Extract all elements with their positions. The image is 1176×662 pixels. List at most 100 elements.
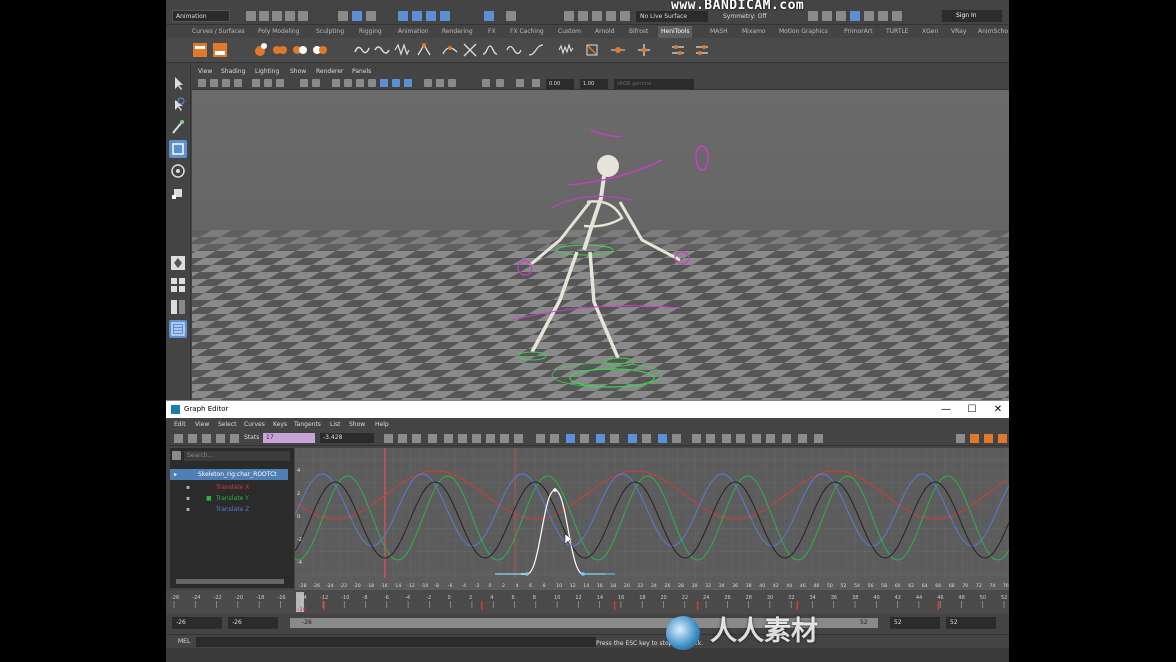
ge-menu-select[interactable]: Select [218,419,237,431]
smooth-shade-icon[interactable] [344,79,352,87]
render-icon[interactable] [808,11,818,21]
frame-playback-icon[interactable] [412,434,421,443]
swap-buffer-icon[interactable] [550,434,559,443]
shelf-tab[interactable]: Bifrost [629,26,648,38]
select-component-icon[interactable] [366,11,376,21]
mel-label[interactable]: MEL [178,635,190,649]
rotate-tool-icon[interactable] [169,162,187,180]
layout-outliner-icon[interactable] [169,320,187,338]
bookmark-icon[interactable] [222,79,230,87]
outliner-scrollbar[interactable] [176,579,284,584]
curve-zigzag-icon[interactable] [394,42,410,58]
viewport-3d[interactable] [192,90,1009,400]
insert-key-icon[interactable] [188,434,197,443]
wireframe-on-shaded-icon[interactable] [356,79,364,87]
gamma-field[interactable]: 1.00 [580,79,608,89]
select-tool-icon[interactable] [169,74,187,92]
outliner-root-row[interactable]: ▸ Skeleton_rig:char_ROOTCt [170,469,288,480]
curve-flat-icon[interactable] [482,42,498,58]
film-gate-icon[interactable] [264,79,272,87]
post-infinity-icon[interactable] [706,434,715,443]
outliner-search-input[interactable]: Search... [184,451,290,461]
safe-action-icon[interactable] [300,79,308,87]
channel-row[interactable]: ▪ Translate X [170,482,288,493]
mask-icon[interactable] [398,11,408,21]
curve-noise-icon[interactable] [558,42,574,58]
shelf-tab-active[interactable]: HeniTools [658,26,693,38]
heni-save-icon[interactable] [212,42,228,58]
command-input[interactable] [196,637,596,647]
cycle-offset-icon[interactable] [736,434,745,443]
wireframe-icon[interactable] [332,79,340,87]
tangent-spline-icon[interactable] [458,434,467,443]
close-button[interactable]: ✕ [984,401,1009,418]
stats-frame-field[interactable]: 17 [263,433,315,443]
shelf-tab[interactable]: VRay [951,26,966,38]
gamma-icon[interactable] [482,79,490,87]
move-tool-icon[interactable] [169,140,187,158]
snap-point-icon[interactable] [592,11,602,21]
pause-icon[interactable] [878,11,888,21]
stats-value-field[interactable]: -3.428 [320,433,374,443]
heni-key-icon[interactable] [252,42,268,58]
mask-curve-icon[interactable] [426,11,436,21]
tangent-flat-icon[interactable] [500,434,509,443]
safe-title-icon[interactable] [312,79,320,87]
viewport-menu-show[interactable]: Show [290,66,306,78]
expand-icon[interactable]: ▸ [174,469,177,480]
mask-deform-icon[interactable] [484,11,494,21]
curve-graph[interactable]: 4 2 0 -2 -4 -28 -26 -24 -22 -20 -18 -16 -14 -12 -10 -8… [295,448,1009,590]
shelf-tab[interactable]: Motion Graphics [779,26,828,38]
curve-spline-icon[interactable] [506,42,522,58]
retime-icon[interactable] [694,42,710,58]
open-scene-icon[interactable] [259,11,269,21]
maximize-button[interactable]: ☐ [958,401,986,418]
free-tangent-icon[interactable] [596,434,605,443]
snap-view-icon[interactable] [606,11,616,21]
break-tangents-icon[interactable] [566,434,575,443]
render-view-icon[interactable] [864,11,874,21]
save-scene-icon[interactable] [272,11,282,21]
scene-end-field[interactable]: 52 [946,617,996,629]
mask-joint-icon[interactable] [412,11,422,21]
channel-row[interactable]: ▪ Translate Z [170,504,288,515]
ge-menu-edit[interactable]: Edit [174,419,186,431]
shelf-tab[interactable]: AnimScho [978,26,1008,38]
channel-row[interactable]: ▪ ■ Translate Y [170,493,288,504]
layout-split-icon[interactable] [169,298,187,316]
shelf-tab[interactable]: Mixamo [742,26,766,38]
pre-infinity-icon[interactable] [692,434,701,443]
heni-file-icon[interactable] [192,42,208,58]
camera-icon[interactable] [198,79,206,87]
time-slider-svg[interactable]: -26-24-22-20-18-16-14-12-10-8-6-4-202468… [166,590,1009,614]
exposure-field[interactable]: 0.00 [546,79,574,89]
curve-graph-svg[interactable]: 420-2-4 -28 -26 -24 -22 -20 -18 -16 -14 -12 -10 -8… [295,448,1009,590]
retime-tool-icon[interactable] [230,434,239,443]
viewport-menu-lighting[interactable]: Lighting [255,66,279,78]
ge-menu-help[interactable]: Help [375,419,389,431]
oscillate-icon[interactable] [752,434,761,443]
scene-start-field[interactable]: -26 [172,617,222,629]
denormalize-icon[interactable] [642,434,651,443]
selected-key[interactable] [581,572,585,576]
curve-translate-y[interactable] [295,475,1009,561]
new-scene-icon[interactable] [246,11,256,21]
simplify-icon[interactable] [798,434,807,443]
shelf-tab[interactable]: Curves / Surfaces [192,26,245,38]
center-current-icon[interactable] [428,434,437,443]
unify-tangents-icon[interactable] [580,434,589,443]
frame-all-icon[interactable] [384,434,393,443]
select-hierarchy-icon[interactable] [338,11,348,21]
shelf-tab[interactable]: Poly Modeling [258,26,300,38]
lock-icon[interactable] [506,11,516,21]
heni-copy-pose-icon[interactable] [292,42,308,58]
shelf-tab[interactable]: TURTLE [886,26,909,38]
viewport-menu-renderer[interactable]: Renderer [316,66,343,78]
snap-surface-icon[interactable] [620,11,630,21]
ge-menu-curves[interactable]: Curves [244,419,265,431]
image-plane-icon[interactable] [234,79,242,87]
scale-tool-icon[interactable] [169,184,187,202]
stop-icon[interactable] [892,11,902,21]
xray-joints-icon[interactable] [448,79,456,87]
anim-end-field[interactable]: 52 [890,617,940,629]
